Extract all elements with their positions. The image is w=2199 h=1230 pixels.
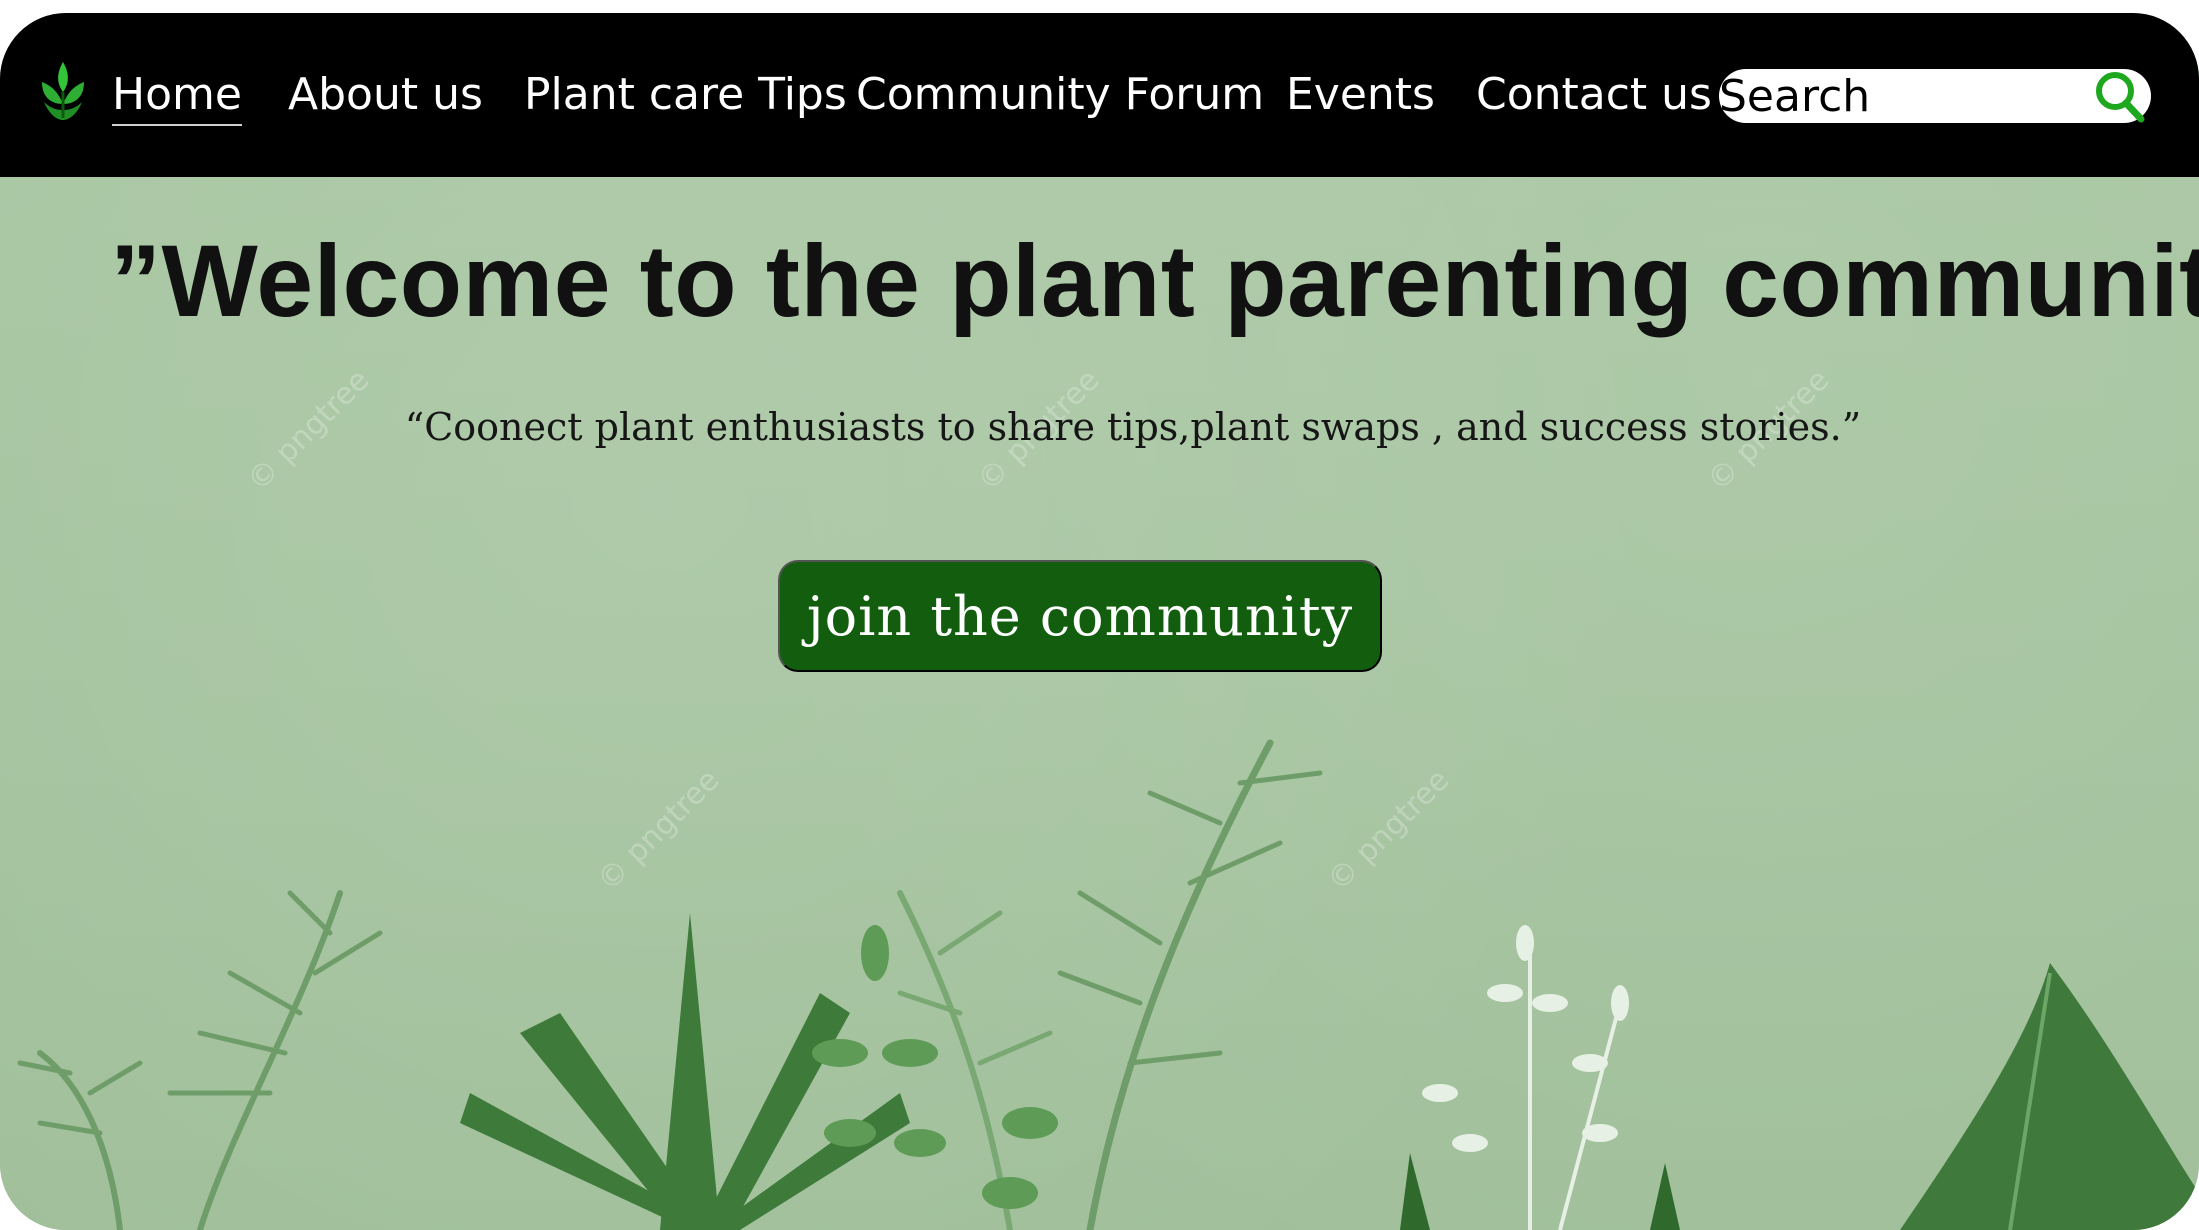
nav-community-forum[interactable]: Community Forum <box>856 68 1264 122</box>
nav-about-us[interactable]: About us <box>288 68 483 122</box>
nav-events[interactable]: Events <box>1286 68 1435 122</box>
hero-title: ”Welcome to the plant parenting communit… <box>110 224 2199 338</box>
search-icon[interactable] <box>2091 69 2149 127</box>
nav-contact-us[interactable]: Contact us <box>1476 68 1712 122</box>
join-community-button[interactable]: join the community <box>778 560 1382 672</box>
nav-home[interactable]: Home <box>112 68 242 126</box>
nav-plant-care-tips[interactable]: Plant care Tips <box>524 68 847 122</box>
plant-logo-icon[interactable] <box>36 58 90 124</box>
search-box <box>1719 69 2151 123</box>
hero-subtitle: “Coonect plant enthusiasts to share tips… <box>404 405 1862 449</box>
top-navbar: Home About us Plant care Tips Community … <box>0 13 2199 177</box>
search-input[interactable] <box>1719 69 2079 123</box>
page-frame: © pngtree © pngtree © pngtree © pngtree … <box>0 13 2199 1230</box>
